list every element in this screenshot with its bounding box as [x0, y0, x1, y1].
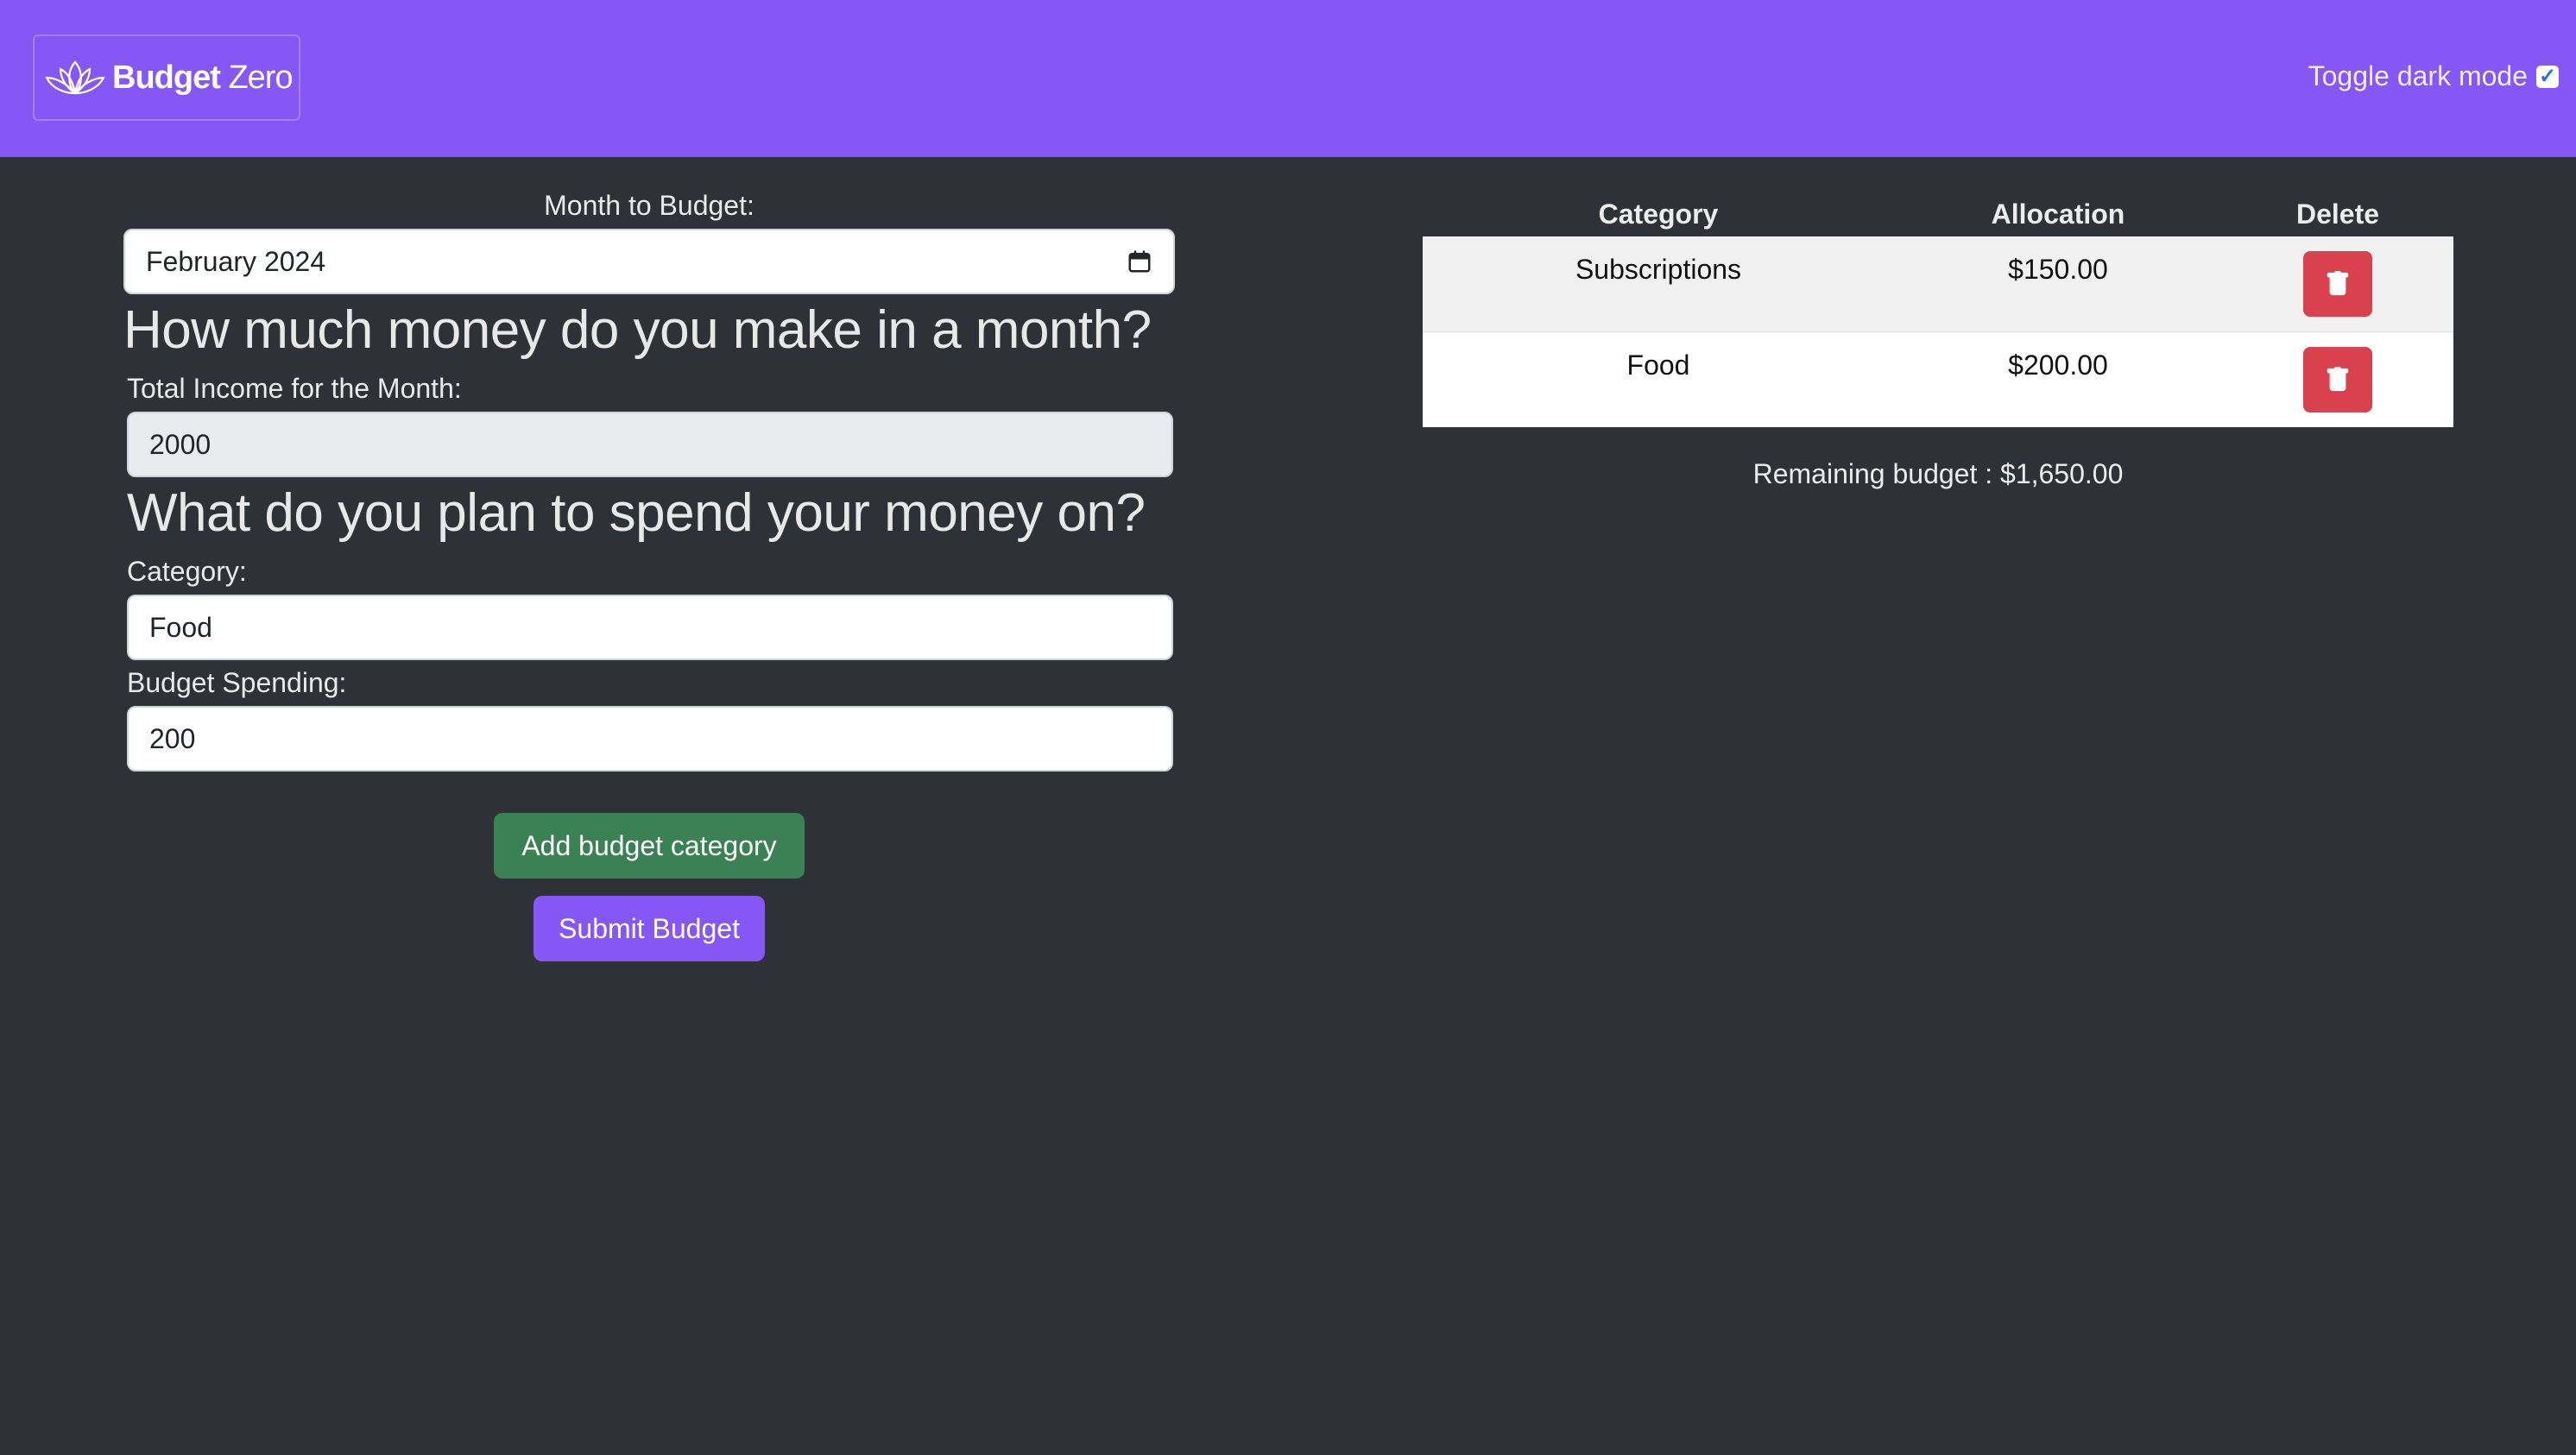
- table-header: Category Allocation Delete: [1423, 192, 2453, 236]
- trash-icon: [2327, 367, 2349, 392]
- spending-value: 200: [149, 722, 196, 754]
- table-row: Food $200.00: [1423, 331, 2453, 427]
- row-category: Subscriptions: [1575, 254, 1742, 285]
- category-label: Category:: [127, 556, 247, 587]
- brand-name: Budget Zero: [112, 59, 294, 97]
- header-allocation: Allocation: [1991, 198, 2125, 230]
- calendar-icon[interactable]: [1127, 249, 1152, 274]
- delete-button[interactable]: [2303, 251, 2372, 317]
- lotus-logo-icon: [45, 60, 105, 95]
- category-value: Food: [149, 611, 212, 643]
- income-question: How much money do you make in a month?: [123, 300, 1152, 360]
- spending-input[interactable]: 200: [127, 706, 1173, 772]
- dark-mode-toggle[interactable]: Toggle dark mode ✓: [2308, 60, 2559, 92]
- navbar: Budget Zero Toggle dark mode ✓: [0, 0, 2576, 157]
- budget-form: Month to Budget: February 2024 How much …: [123, 190, 1175, 961]
- brand-logo[interactable]: Budget Zero: [33, 35, 300, 121]
- brand-light: Zero: [228, 59, 293, 96]
- dark-mode-checkbox[interactable]: ✓: [2536, 65, 2559, 88]
- category-input[interactable]: Food: [127, 595, 1173, 660]
- remaining-budget: Remaining budget : $1,650.00: [1752, 458, 2124, 489]
- submit-budget-button[interactable]: Submit Budget: [534, 896, 765, 961]
- add-budget-category-button[interactable]: Add budget category: [494, 813, 805, 879]
- income-input[interactable]: 2000: [127, 412, 1173, 477]
- month-input[interactable]: February 2024: [123, 229, 1175, 294]
- check-icon: ✓: [2538, 65, 2557, 88]
- budget-table: Category Allocation Delete Subscriptions…: [1423, 192, 2453, 490]
- row-allocation: $200.00: [2008, 350, 2108, 381]
- row-allocation: $150.00: [2008, 254, 2108, 285]
- header-delete: Delete: [2295, 198, 2380, 230]
- header-category: Category: [1598, 198, 1719, 230]
- row-category: Food: [1626, 350, 1690, 381]
- income-value: 2000: [149, 428, 212, 460]
- table-row: Subscriptions $150.00: [1423, 236, 2453, 331]
- dark-mode-label: Toggle dark mode: [2308, 60, 2528, 91]
- spending-label: Budget Spending:: [127, 667, 347, 698]
- month-value: February 2024: [146, 245, 326, 277]
- month-label: Month to Budget:: [544, 190, 754, 221]
- spend-question: What do you plan to spend your money on?: [127, 483, 1146, 543]
- brand-bold: Budget: [112, 59, 221, 96]
- delete-button[interactable]: [2303, 347, 2372, 413]
- trash-icon: [2327, 271, 2349, 296]
- income-label: Total Income for the Month:: [127, 373, 462, 404]
